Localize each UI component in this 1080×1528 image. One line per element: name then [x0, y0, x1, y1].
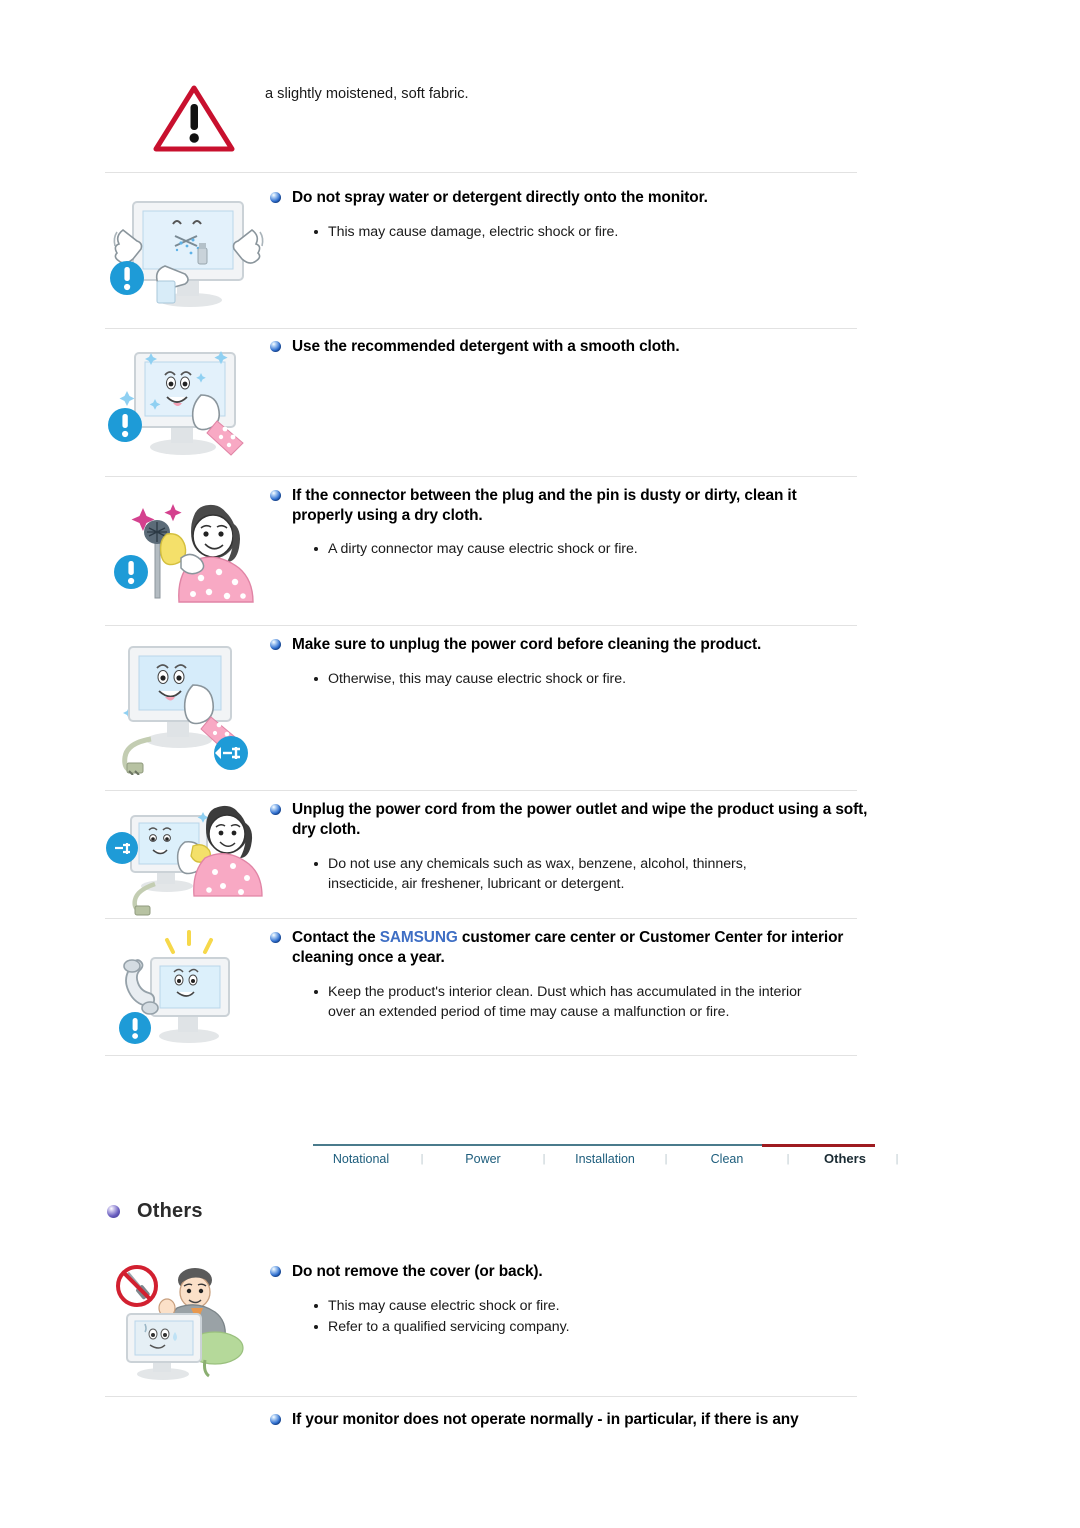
- illustration-monitor-spray: [105, 188, 270, 318]
- others-section-heading: Others: [107, 1200, 203, 1223]
- section-do-not-remove-cover: Do not remove the cover (or back). This …: [0, 1262, 1080, 1387]
- list-item: Refer to a qualified servicing company.: [314, 1317, 1020, 1337]
- section-abnormal-operation: If your monitor does not operate normall…: [0, 1410, 1080, 1430]
- section-wipe-dry-cloth-text: Unplug the power cord from the power out…: [270, 800, 1080, 895]
- section-samsung-contact-text: Contact the SAMSUNG customer care center…: [270, 928, 1080, 1023]
- section-heading: Do not remove the cover (or back).: [270, 1262, 1020, 1282]
- illustration-monitor-unplug: [105, 635, 270, 780]
- intro-text: a slightly moistened, soft fabric.: [265, 86, 469, 102]
- list-item: Do not use any chemicals such as wax, be…: [314, 854, 790, 894]
- illustration-monitor-wipe: [105, 337, 270, 464]
- section-unplug-before-clean: Make sure to unplug the power cord befor…: [0, 635, 1080, 780]
- section-spray: Do not spray water or detergent directly…: [0, 188, 1080, 318]
- blue-orb-bullet-icon: [270, 341, 281, 352]
- bullet-list: This may cause electric shock or fire. R…: [270, 1296, 1020, 1337]
- section-heading: Unplug the power cord from the power out…: [270, 800, 870, 840]
- blue-orb-bullet-icon: [270, 804, 281, 815]
- section-heading: Do not spray water or detergent directly…: [270, 188, 1020, 208]
- divider: [105, 328, 857, 329]
- tab-clean[interactable]: Clean: [679, 1149, 775, 1170]
- tab-separator: |: [542, 1153, 546, 1165]
- bullet-list: Keep the product's interior clean. Dust …: [270, 982, 830, 1022]
- section-heading: Contact the SAMSUNG customer care center…: [270, 928, 850, 968]
- section-tab-bar[interactable]: Notational | Power | Installation | Clea…: [313, 1144, 898, 1182]
- section-heading: Use the recommended detergent with a smo…: [270, 337, 1020, 357]
- manual-page: a slightly moistened, soft fabric. Do no…: [0, 0, 1080, 1528]
- page-title: Others: [137, 1200, 203, 1222]
- tab-others[interactable]: Others: [801, 1148, 889, 1170]
- section-detergent: Use the recommended detergent with a smo…: [0, 337, 1080, 464]
- section-spray-text: Do not spray water or detergent directly…: [270, 188, 1080, 243]
- tab-bar-active-rule: [762, 1144, 875, 1147]
- tab-power[interactable]: Power: [435, 1149, 531, 1170]
- list-item: Keep the product's interior clean. Dust …: [314, 982, 830, 1022]
- bullet-list: Otherwise, this may cause electric shock…: [270, 669, 1020, 689]
- bullet-list: A dirty connector may cause electric sho…: [270, 539, 1020, 559]
- list-item: This may cause electric shock or fire.: [314, 1296, 1020, 1316]
- purple-orb-bullet-icon: [107, 1205, 120, 1218]
- tab-separator: |: [786, 1153, 790, 1165]
- divider: [105, 790, 857, 791]
- illustration-woman-plug: [105, 486, 270, 613]
- illustration-woman-wiping-monitor: [105, 800, 270, 923]
- section-wipe-dry-cloth: Unplug the power cord from the power out…: [0, 800, 1080, 923]
- list-item: Otherwise, this may cause electric shock…: [314, 669, 1020, 689]
- divider: [105, 625, 857, 626]
- tab-separator: |: [420, 1153, 424, 1165]
- list-item: This may cause damage, electric shock or…: [314, 222, 1020, 242]
- tab-separator: |: [664, 1153, 668, 1165]
- section-do-not-remove-cover-text: Do not remove the cover (or back). This …: [270, 1262, 1080, 1338]
- blue-orb-bullet-icon: [270, 932, 281, 943]
- divider: [105, 172, 857, 173]
- section-detergent-text: Use the recommended detergent with a smo…: [270, 337, 1080, 357]
- divider: [105, 476, 857, 477]
- illustration-phone-monitor: [105, 928, 270, 1053]
- divider: [105, 1396, 857, 1397]
- bullet-list: This may cause damage, electric shock or…: [270, 222, 1020, 242]
- section-heading: If your monitor does not operate normall…: [270, 1410, 1020, 1430]
- warning-triangle-icon: [152, 83, 236, 153]
- section-heading: Make sure to unplug the power cord befor…: [270, 635, 1020, 655]
- tab-separator: |: [895, 1153, 899, 1165]
- samsung-brand-text: SAMSUNG: [379, 929, 458, 946]
- illustration-no-screwdriver-technician: [105, 1262, 270, 1387]
- section-connector-text: If the connector between the plug and th…: [270, 486, 1080, 560]
- divider: [105, 1055, 857, 1056]
- section-connector: If the connector between the plug and th…: [0, 486, 1080, 613]
- tab-installation[interactable]: Installation: [557, 1149, 653, 1170]
- section-samsung-contact: Contact the SAMSUNG customer care center…: [0, 928, 1080, 1053]
- blue-orb-bullet-icon: [270, 1266, 281, 1277]
- divider: [105, 918, 857, 919]
- blue-orb-bullet-icon: [270, 639, 281, 650]
- heading-pre: Contact the: [292, 929, 380, 946]
- blue-orb-bullet-icon: [270, 490, 281, 501]
- blue-orb-bullet-icon: [270, 1414, 281, 1425]
- section-unplug-before-clean-text: Make sure to unplug the power cord befor…: [270, 635, 1080, 690]
- section-abnormal-operation-text: If your monitor does not operate normall…: [270, 1410, 1080, 1430]
- list-item: A dirty connector may cause electric sho…: [314, 539, 1020, 559]
- section-heading: If the connector between the plug and th…: [270, 486, 860, 526]
- bullet-list: Do not use any chemicals such as wax, be…: [270, 854, 790, 894]
- tab-notational[interactable]: Notational: [313, 1149, 409, 1170]
- blue-orb-bullet-icon: [270, 192, 281, 203]
